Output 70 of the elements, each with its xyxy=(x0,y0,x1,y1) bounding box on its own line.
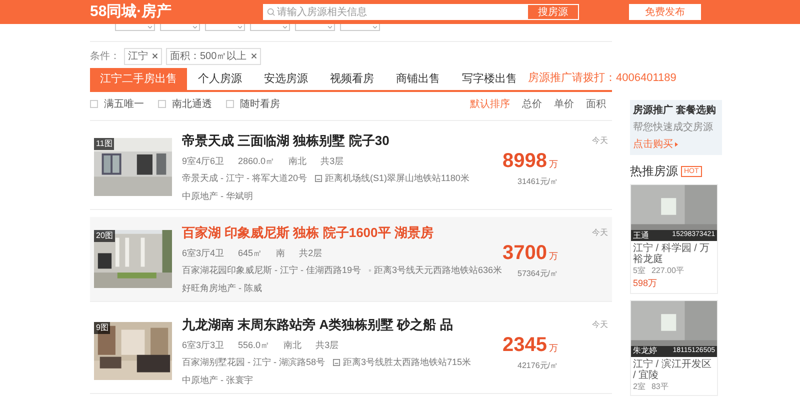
listing-card[interactable]: 20图 百家湖 印象威尼斯 独栋 院子1600平 湖景房 6室3厅4卫 645㎡ 南 共2层 百家湖花园印象威尼斯 - 江宁 - 佳湖西路19号 距离3号线天元西路地铁站636米 好旺角房地产 - 陈威 3700 万 57364元/㎡ 今天 xyxy=(90,217,612,302)
hot-location: 江宁 / 滨江开发区 / 宜陵 xyxy=(633,358,712,380)
promo-title: 房源推广 套餐选购 xyxy=(633,103,716,118)
hot-price: 598万 xyxy=(633,277,658,290)
listing-price: 3700 xyxy=(502,241,547,266)
hot-area: 227.00平 xyxy=(651,265,684,277)
listing-spec: 共3层 xyxy=(320,154,344,168)
price-unit: 万 xyxy=(549,342,558,355)
hotline-text: 房源推广请拨打：4006401189 xyxy=(528,70,676,86)
listing-spec: 共3层 xyxy=(316,338,339,352)
sort-option[interactable]: 面积 xyxy=(586,96,606,112)
photo-count-badge: 9图 xyxy=(94,322,110,334)
photo-count-badge: 11图 xyxy=(94,138,114,150)
listing-spec: 6室3厅4卫 xyxy=(182,246,224,260)
conditions-label: 条件： xyxy=(90,50,120,64)
listing-date: 今天 xyxy=(592,227,608,239)
tab[interactable]: 视频看房 xyxy=(319,68,385,90)
subway-distance: 距离3号线胜太西路地铁站715米 xyxy=(343,356,472,369)
hot-title: 热推房源 xyxy=(630,163,678,180)
listing-title[interactable]: 帝景天成 三面临湖 独栋别墅 院子30 xyxy=(182,131,502,150)
tab[interactable]: 商铺出售 xyxy=(385,68,451,90)
sort-option[interactable]: 总价 xyxy=(522,96,542,112)
price-unit: 万 xyxy=(549,250,558,263)
listing-spec: 9室4厅6卫 xyxy=(182,154,224,168)
search-field[interactable]: 请输入房源相关信息 xyxy=(263,4,528,20)
listing-spec: 6室3厅3卫 xyxy=(182,338,224,352)
tab[interactable]: 写字楼出售 xyxy=(451,68,528,90)
promo-banner[interactable]: 房源推广 套餐选购 帮您快速成交房源 点击购买 xyxy=(630,100,722,155)
listing-address: 帝景天成 - 江宁 - 将军大道20号 xyxy=(182,172,308,185)
listing-spec: 645㎡ xyxy=(238,246,262,260)
listing-agent: 中原地产 - 张寰宇 xyxy=(182,374,254,386)
sort-option[interactable]: 单价 xyxy=(554,96,574,112)
listing-title[interactable]: 九龙湖南 末周东路站旁 A类独栋别墅 砂之船 品 xyxy=(182,315,502,334)
filter-tag-label: 江宁 xyxy=(128,50,148,64)
listing-spec: 南 xyxy=(276,246,286,260)
checkbox-label: 满五唯一 xyxy=(104,98,144,112)
unit-price: 57364元/㎡ xyxy=(518,268,558,280)
filter-tag[interactable]: 江宁 xyxy=(124,48,162,64)
subway-distance: 距离机场线(S1)翠屏山地铁站1180米 xyxy=(325,172,470,185)
hot-rooms: 5室 xyxy=(633,265,646,277)
listing-price: 8998 xyxy=(502,149,547,174)
listing-date: 今天 xyxy=(592,319,608,331)
checkbox-label: 随时看房 xyxy=(240,98,280,112)
tab[interactable]: 个人房源 xyxy=(187,68,253,90)
listing-address: 百家湖别墅花园 - 江宁 - 湖滨路58号 xyxy=(182,356,326,369)
hot-rooms: 2室 xyxy=(633,380,646,392)
listing-agent: 中原地产 - 华斌明 xyxy=(182,190,254,202)
listing-spec: 南北 xyxy=(288,154,307,168)
hot-location: 江宁 / 科学园 / 万裕龙庭 xyxy=(633,243,711,265)
agent-name: 王通 xyxy=(633,230,649,241)
hot-area: 83平 xyxy=(651,380,668,392)
listing-date: 今天 xyxy=(592,135,608,147)
unit-price: 31461元/㎡ xyxy=(518,176,558,188)
checkbox-label: 南北通透 xyxy=(172,98,212,112)
filter-tag[interactable]: 面积：500㎡以上 xyxy=(166,48,261,64)
subway-distance: 距离3号线天元西路地铁站636米 xyxy=(374,264,502,277)
unit-price: 42176元/㎡ xyxy=(518,360,558,372)
listing-address: 百家湖花园印象威尼斯 - 江宁 - 佳湖西路19号 xyxy=(182,264,362,277)
listing-price: 2345 xyxy=(502,333,547,358)
listing-spec: 2860.0㎡ xyxy=(238,154,275,168)
listing-spec: 南北 xyxy=(284,338,302,352)
listing-spec: 556.0㎡ xyxy=(238,338,270,352)
agent-name: 朱龙婷 xyxy=(633,345,657,356)
listing-agent: 好旺角房地产 - 陈威 xyxy=(182,282,263,294)
filter-tag-label: 面积：500㎡以上 xyxy=(170,50,247,64)
promo-subtitle: 帮您快速成交房源 xyxy=(633,120,714,135)
listing-spec: 共2层 xyxy=(299,246,322,260)
photo-count-badge: 20图 xyxy=(94,230,115,242)
price-unit: 万 xyxy=(549,158,558,171)
tab[interactable]: 安选房源 xyxy=(253,68,319,90)
